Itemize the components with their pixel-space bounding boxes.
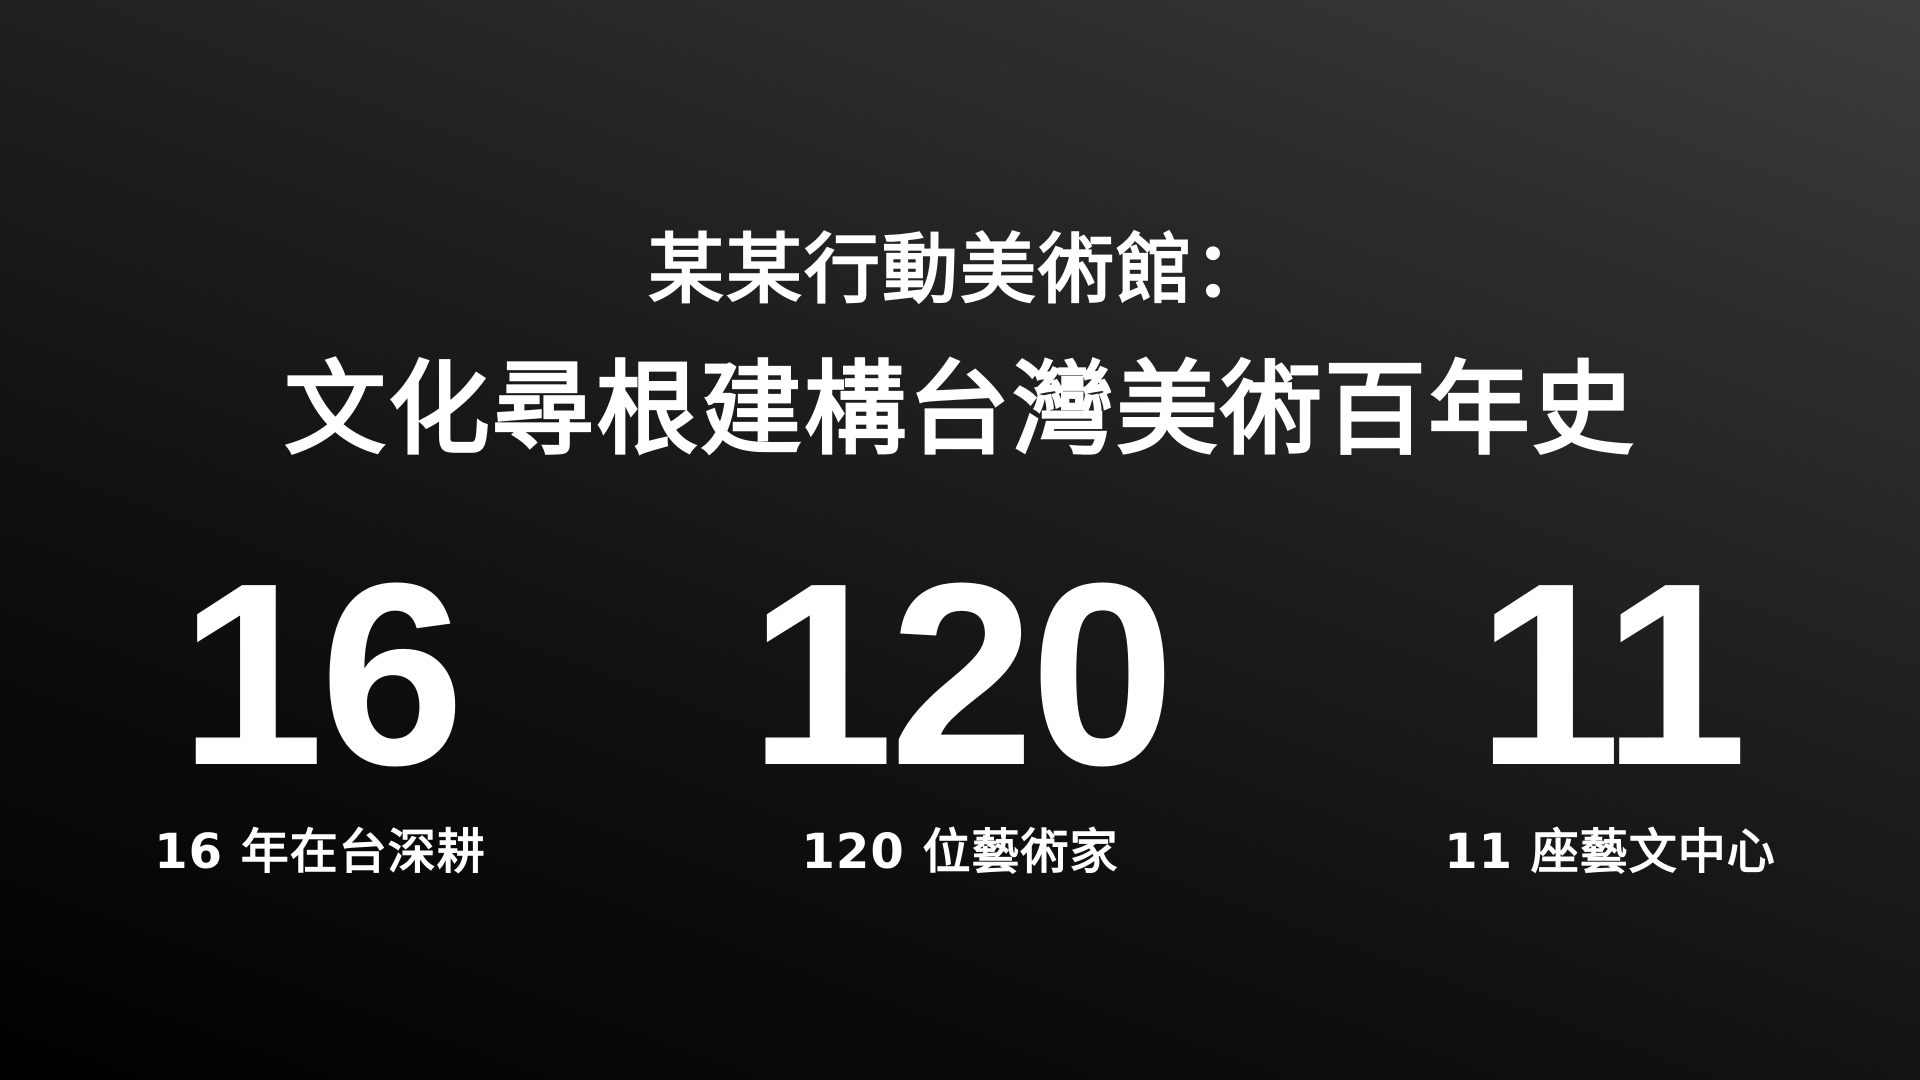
- stat-centers-caption: 11 座藝文中心: [1444, 824, 1776, 880]
- page-title: 某某行動美術館：: [648, 225, 1272, 314]
- stat-centers-number: 11: [1476, 530, 1748, 820]
- stat-artists-number: 120: [749, 530, 1175, 820]
- stat-years: 16 16 年在台深耕: [140, 530, 500, 882]
- stat-years-caption: 16 年在台深耕: [154, 824, 486, 880]
- stat-centers: 11 11 座藝文中心: [1420, 530, 1800, 882]
- page-subtitle: 文化尋根建構台灣美術百年史: [284, 351, 1636, 470]
- stat-years-number: 16: [179, 530, 464, 820]
- stat-artists-caption: 120 位藝術家: [801, 824, 1119, 880]
- stat-artists: 120 120 位藝術家: [700, 530, 1220, 882]
- title-block: 某某行動美術館： 文化尋根建構台灣美術百年史: [0, 222, 1920, 470]
